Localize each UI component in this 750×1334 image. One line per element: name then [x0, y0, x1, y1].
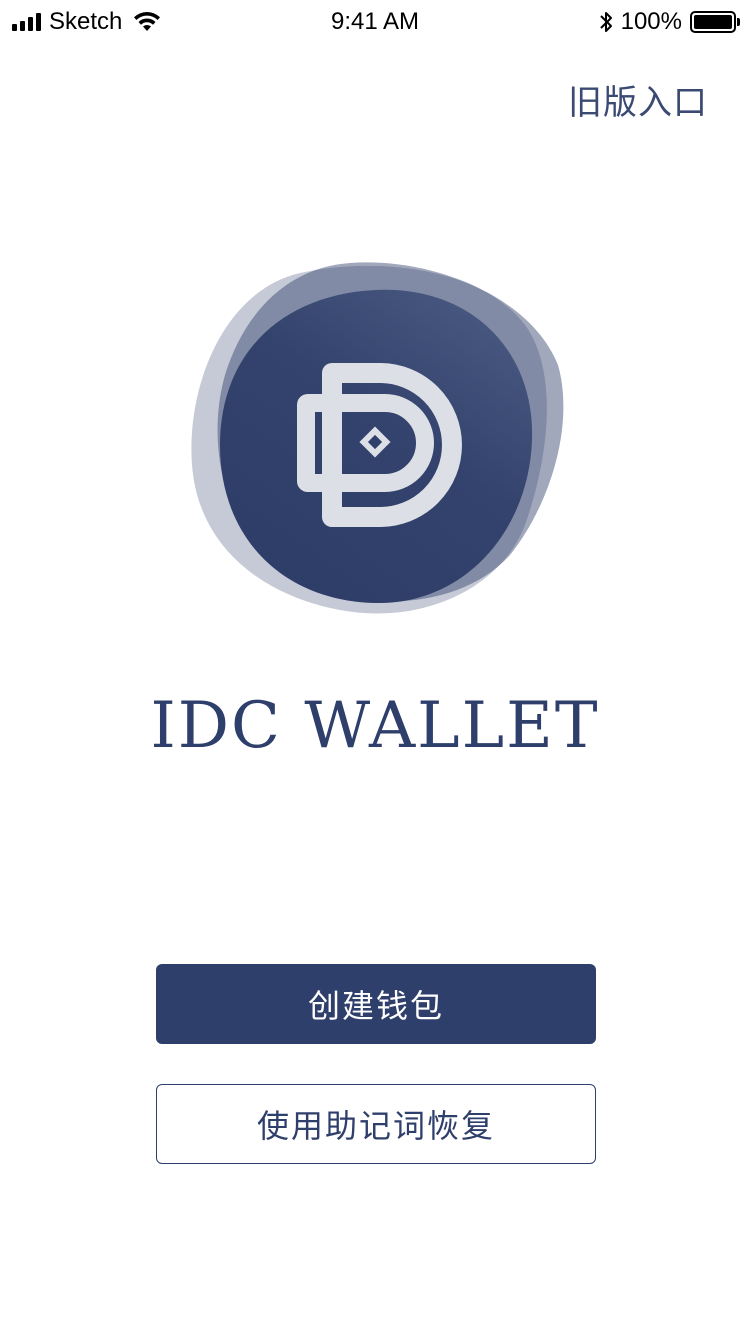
create-wallet-label: 创建钱包 [307, 988, 444, 1024]
status-right: 100% [599, 8, 740, 36]
battery-percentage: 100% [620, 8, 682, 35]
restore-mnemonic-button[interactable]: 使用助记词恢复 [156, 1084, 596, 1164]
idc-wallet-logo [191, 262, 564, 614]
old-version-link[interactable]: 旧版入口 [568, 82, 708, 124]
battery-icon [690, 11, 740, 33]
battery-level [694, 15, 732, 29]
bluetooth-icon [599, 12, 612, 32]
restore-mnemonic-label: 使用助记词恢复 [256, 1108, 495, 1144]
create-wallet-button[interactable]: 创建钱包 [156, 964, 596, 1044]
app-name: IDC WALLET [150, 689, 600, 763]
status-bar: Sketch 9:41 AM 100% [0, 0, 750, 44]
